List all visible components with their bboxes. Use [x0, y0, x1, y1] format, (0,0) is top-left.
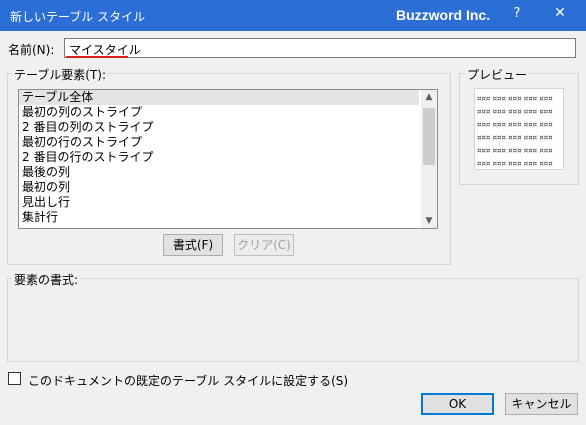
table-elements-label: テーブル要素(T):	[12, 66, 109, 83]
new-table-style-dialog: 新しいテーブル スタイル Buzzword Inc. ? ✕ 名前(N): マイ…	[0, 0, 586, 425]
table-elements-list[interactable]: テーブル全体 最初の列のストライプ 2 番目の列のストライプ 最初の行のストライプ 2 …	[18, 89, 438, 229]
brand-label: Buzzword Inc.	[396, 7, 491, 23]
window-title: 新しいテーブル スタイル	[10, 10, 146, 24]
list-item[interactable]: 集計行	[19, 210, 419, 225]
close-button[interactable]: ✕	[548, 5, 572, 25]
preview-label: プレビュー	[465, 66, 530, 83]
help-button[interactable]: ?	[505, 6, 529, 26]
list-item[interactable]: 最後の列	[19, 165, 419, 180]
default-style-label[interactable]: このドキュメントの既定のテーブル スタイルに設定する(S)	[28, 372, 348, 389]
preview-row: ¤¤¤ ¤¤¤ ¤¤¤ ¤¤¤ ¤¤¤	[477, 108, 553, 116]
ok-button[interactable]: OK	[421, 393, 494, 415]
list-item[interactable]: 見出し行	[19, 195, 419, 210]
preview-row: ¤¤¤ ¤¤¤ ¤¤¤ ¤¤¤ ¤¤¤	[477, 160, 553, 168]
format-button[interactable]: 書式(F)	[163, 234, 223, 256]
preview-row: ¤¤¤ ¤¤¤ ¤¤¤ ¤¤¤ ¤¤¤	[477, 95, 553, 103]
list-item[interactable]: 最初の列のストライプ	[19, 105, 419, 120]
element-format-label: 要素の書式:	[12, 271, 81, 288]
scroll-down-icon[interactable]: ▼	[421, 214, 437, 228]
default-style-checkbox[interactable]	[8, 372, 21, 385]
preview-box: ¤¤¤ ¤¤¤ ¤¤¤ ¤¤¤ ¤¤¤ ¤¤¤ ¤¤¤ ¤¤¤ ¤¤¤ ¤¤¤ ¤¤…	[474, 88, 564, 170]
name-input[interactable]: マイスタイル	[64, 38, 576, 58]
element-format-group	[7, 278, 579, 362]
scroll-up-icon[interactable]: ▲	[421, 90, 437, 104]
list-item[interactable]: 最初の行のストライプ	[19, 135, 419, 150]
cancel-button[interactable]: キャンセル	[505, 393, 578, 415]
list-item[interactable]: 2 番目の列のストライプ	[19, 120, 419, 135]
list-item[interactable]: 2 番目の行のストライプ	[19, 150, 419, 165]
list-item[interactable]: 最初の列	[19, 180, 419, 195]
scroll-thumb[interactable]	[423, 108, 435, 165]
list-item[interactable]: テーブル全体	[19, 90, 419, 105]
spellcheck-underline	[66, 56, 128, 58]
clear-button[interactable]: クリア(C)	[234, 234, 294, 256]
preview-row: ¤¤¤ ¤¤¤ ¤¤¤ ¤¤¤ ¤¤¤	[477, 121, 553, 129]
name-label: 名前(N):	[8, 43, 55, 57]
preview-row: ¤¤¤ ¤¤¤ ¤¤¤ ¤¤¤ ¤¤¤	[477, 147, 553, 155]
list-scrollbar[interactable]: ▲ ▼	[421, 90, 437, 228]
preview-table: ¤¤¤ ¤¤¤ ¤¤¤ ¤¤¤ ¤¤¤ ¤¤¤ ¤¤¤ ¤¤¤ ¤¤¤ ¤¤¤ ¤¤…	[477, 93, 553, 171]
preview-row: ¤¤¤ ¤¤¤ ¤¤¤ ¤¤¤ ¤¤¤	[477, 134, 553, 142]
title-bar: 新しいテーブル スタイル Buzzword Inc. ? ✕	[0, 0, 586, 31]
